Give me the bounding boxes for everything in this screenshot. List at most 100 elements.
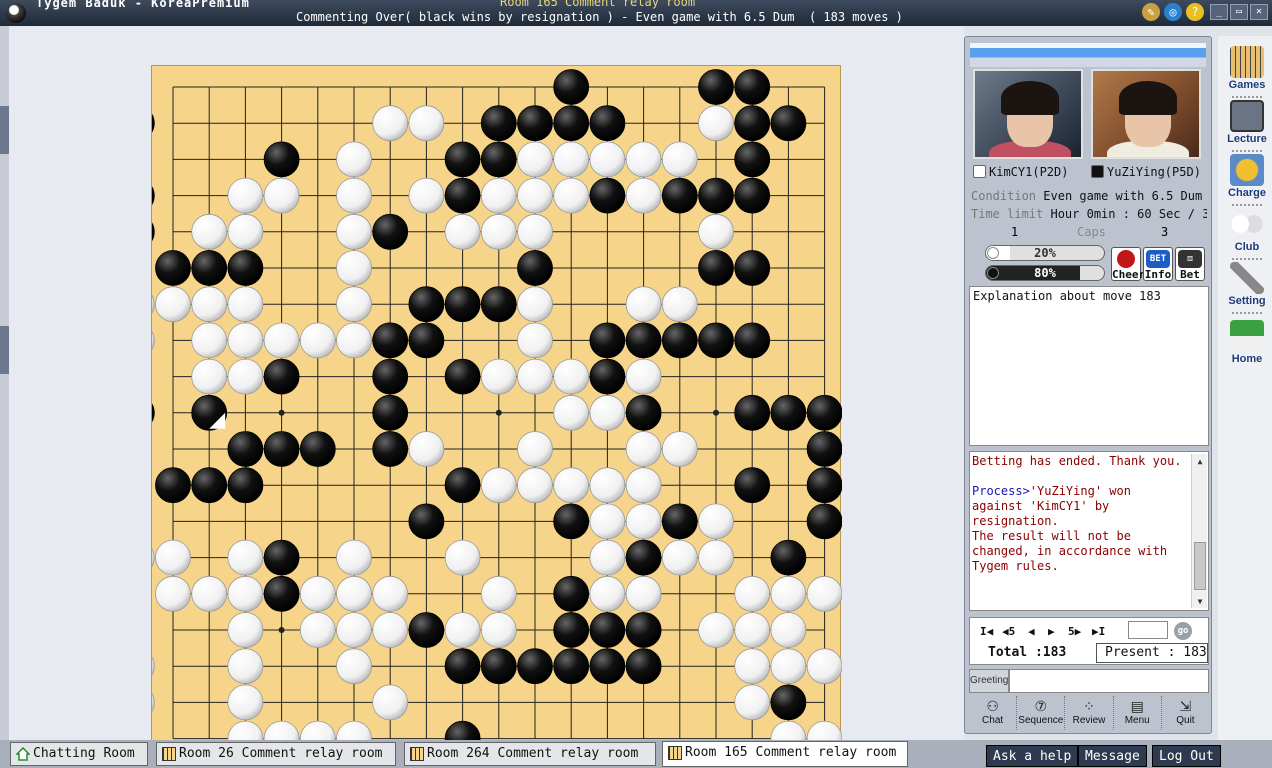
white-stone: [336, 322, 372, 359]
black-stone: [589, 612, 626, 648]
white-stone: [517, 213, 553, 250]
black-stone: [734, 467, 771, 504]
white-stone: [734, 648, 771, 685]
black-stone: [227, 467, 264, 504]
sequence-button[interactable]: ⑦ Sequence: [1017, 696, 1066, 730]
black-stone: [698, 322, 734, 359]
search-icon[interactable]: ◎: [1164, 3, 1182, 21]
star-point: [278, 627, 285, 633]
black-player-name[interactable]: YuZiYing(P5D): [1091, 165, 1207, 179]
white-stone: [517, 141, 553, 178]
black-stone: [806, 431, 842, 467]
white-stone: [480, 358, 517, 395]
bet-button[interactable]: ⚄ Bet: [1175, 247, 1205, 281]
white-stone: [553, 177, 590, 214]
white-player-name[interactable]: KimCY1(P2D): [973, 165, 1085, 179]
white-stone: [152, 330, 155, 350]
white-stone: [152, 656, 155, 676]
move-number-input[interactable]: [1128, 621, 1168, 639]
menu-charge[interactable]: Charge: [1224, 154, 1270, 204]
lightbulb-icon[interactable]: ?: [1186, 3, 1204, 21]
white-stone: [589, 503, 626, 540]
home-icon: [16, 747, 30, 761]
black-stone: [444, 467, 481, 504]
cheer-button[interactable]: Cheer: [1111, 247, 1145, 281]
maximize-button[interactable]: ▭: [1230, 4, 1248, 20]
quit-button[interactable]: ⇲ Quit: [1162, 696, 1209, 730]
forward-1-button[interactable]: ▶: [1048, 625, 1055, 638]
black-stone: [661, 503, 698, 540]
chat-message: Betting has ended. Thank you.: [972, 454, 1182, 468]
white-stone: [263, 177, 300, 214]
house-icon: [1230, 320, 1264, 352]
first-move-button[interactable]: I◀: [980, 625, 993, 638]
menu-lecture[interactable]: Lecture: [1224, 100, 1270, 150]
black-stone: [227, 250, 264, 286]
greeting-input[interactable]: [1009, 669, 1209, 693]
white-stone: [770, 648, 807, 685]
white-stone: [480, 612, 517, 648]
message-button[interactable]: Message: [1078, 745, 1147, 767]
white-stone: [734, 684, 771, 721]
minimize-button[interactable]: _: [1210, 4, 1228, 20]
black-stone: [553, 105, 590, 142]
white-stone: [227, 575, 264, 612]
chat-button[interactable]: ⚇ Chat: [969, 696, 1018, 730]
white-stone: [227, 358, 264, 395]
menu-button[interactable]: ▤ Menu: [1114, 696, 1162, 730]
time-limit-value: Hour 0min : 60 Sec / 3: [1050, 207, 1207, 221]
board-icon: [162, 747, 176, 761]
tab-chatting-room[interactable]: Chatting Room: [10, 742, 148, 766]
menu-club[interactable]: Club: [1224, 208, 1270, 258]
white-bet-bar: 20%: [985, 245, 1105, 261]
white-stone: [698, 105, 734, 142]
scroll-up-icon[interactable]: ▲: [1192, 454, 1208, 468]
black-stone: [444, 286, 481, 323]
scroll-thumb[interactable]: [1194, 542, 1206, 590]
chat-scrollbar[interactable]: ▲ ▼: [1191, 454, 1207, 608]
tab-room-264[interactable]: Room 264 Comment relay room: [404, 742, 656, 766]
white-stone: [444, 213, 481, 250]
black-stone: [770, 105, 807, 142]
move-explanation[interactable]: Explanation about move 183: [969, 286, 1209, 446]
white-stone: [263, 322, 300, 359]
white-stone: [625, 358, 662, 395]
white-stone: [191, 322, 228, 359]
black-stone: [625, 322, 662, 359]
menu-home[interactable]: Home: [1224, 320, 1270, 370]
pencil-icon[interactable]: ✎: [1142, 3, 1160, 21]
black-stone: [299, 431, 336, 467]
black-stone: [698, 250, 734, 286]
review-button[interactable]: ⁘ Review: [1065, 696, 1114, 730]
chat-log[interactable]: Betting has ended. Thank you. Process>'Y…: [969, 451, 1209, 611]
bet-info-button[interactable]: BET Info: [1143, 247, 1173, 281]
go-button[interactable]: go: [1174, 622, 1192, 640]
white-stone: [589, 394, 626, 431]
menu-setting[interactable]: Setting: [1224, 262, 1270, 312]
go-board[interactable]: [151, 65, 842, 754]
black-stone: [698, 69, 734, 105]
white-player-photo: [973, 69, 1083, 159]
back-1-button[interactable]: ◀: [1028, 625, 1035, 638]
white-stone: [299, 575, 336, 612]
scroll-down-icon[interactable]: ▼: [1192, 594, 1208, 608]
white-stone: [336, 575, 372, 612]
tab-room-165[interactable]: Room 165 Comment relay room: [662, 741, 908, 767]
white-stone: [517, 358, 553, 395]
tab-room-26[interactable]: Room 26 Comment relay room: [156, 742, 396, 766]
ask-help-button[interactable]: Ask a help: [986, 745, 1079, 767]
chat-icon: ⚇: [986, 698, 999, 714]
last-move-button[interactable]: ▶I: [1092, 625, 1105, 638]
white-stone: [625, 467, 662, 504]
close-button[interactable]: ✕: [1250, 4, 1268, 20]
forward-5-button[interactable]: 5▶: [1068, 625, 1081, 638]
menu-games[interactable]: Games: [1224, 46, 1270, 96]
white-stone: [191, 575, 228, 612]
tv-icon: [1230, 100, 1264, 132]
go-board-canvas[interactable]: [152, 66, 842, 754]
white-stone: [480, 177, 517, 214]
greeting-button[interactable]: Greeting: [969, 669, 1009, 693]
logout-button[interactable]: Log Out: [1152, 745, 1221, 767]
tygem-logo-icon: [6, 3, 26, 23]
back-5-button[interactable]: ◀5: [1002, 625, 1015, 638]
